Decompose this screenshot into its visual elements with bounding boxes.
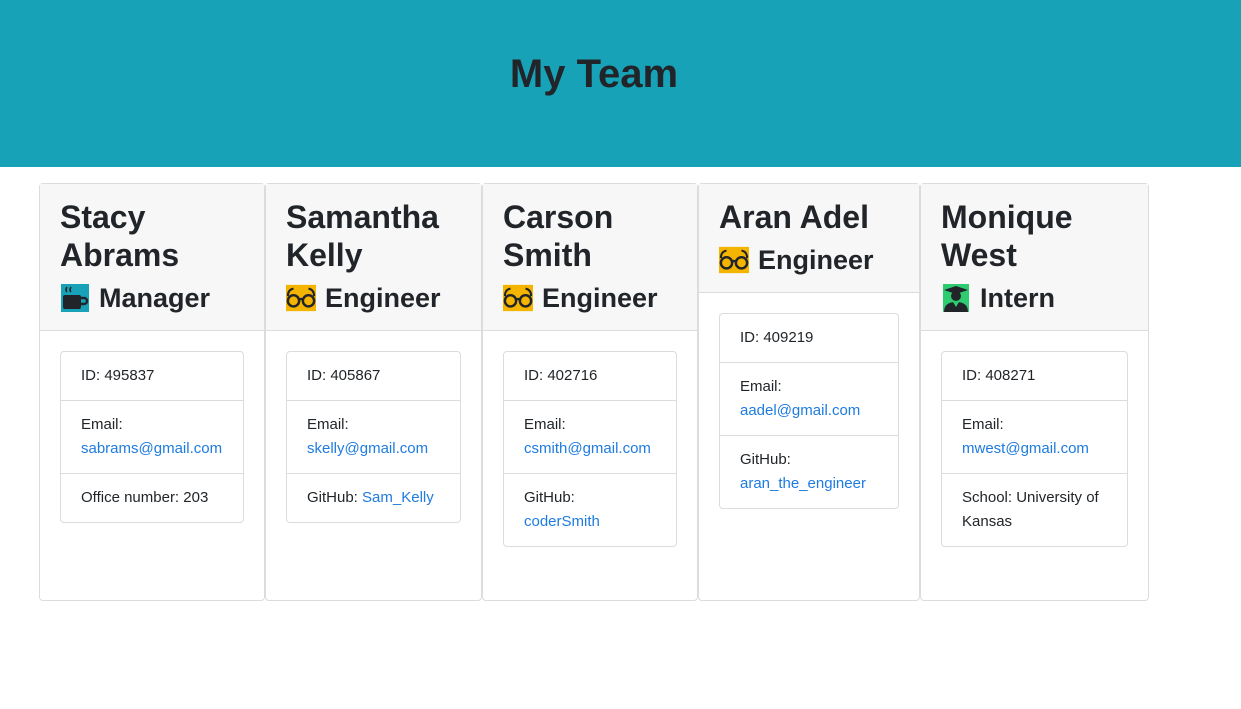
- employee-details: ID: 402716 Email: csmith@gmail.com GitHu…: [503, 351, 677, 547]
- page-header: My Team: [0, 0, 1241, 167]
- employee-role: Intern: [941, 282, 1128, 314]
- github-label: GitHub:: [307, 489, 358, 506]
- name-line: Aran Adel: [719, 199, 869, 235]
- employee-github: GitHub: coderSmith: [504, 474, 676, 546]
- email-link[interactable]: skelly@gmail.com: [307, 440, 428, 457]
- employee-id: ID: 402716: [504, 352, 676, 401]
- github-link[interactable]: Sam_Kelly: [362, 489, 434, 506]
- name-line: Smith: [503, 237, 592, 273]
- email-link[interactable]: aadel@gmail.com: [740, 402, 860, 419]
- employee-name: Carson Smith: [503, 198, 677, 274]
- school: School: University of Kansas: [962, 489, 1099, 530]
- email-link[interactable]: sabrams@gmail.com: [81, 440, 222, 457]
- employee-name: Monique West: [941, 198, 1128, 274]
- github-link[interactable]: aran_the_engineer: [740, 475, 866, 492]
- employee-email: Email: mwest@gmail.com: [942, 401, 1127, 474]
- employee-name: Aran Adel: [719, 198, 899, 236]
- card-header: Stacy Abrams Manager: [40, 184, 264, 331]
- employee-details: ID: 495837 Email: sabrams@gmail.com Offi…: [60, 351, 244, 523]
- coffee-icon: [60, 284, 90, 312]
- email-label: Email:: [81, 416, 123, 433]
- employee-card-engineer: Samantha Kelly Engineer ID: 405867 Email…: [265, 183, 482, 601]
- employee-email: Email: csmith@gmail.com: [504, 401, 676, 474]
- card-header: Monique West Intern: [921, 184, 1148, 331]
- github-label: GitHub:: [524, 489, 575, 506]
- role-label: Engineer: [758, 245, 874, 275]
- email-label: Email:: [524, 416, 566, 433]
- employee-email: Email: skelly@gmail.com: [287, 401, 460, 474]
- name-line: Samantha: [286, 199, 439, 235]
- name-line: Stacy: [60, 199, 146, 235]
- employee-name: Stacy Abrams: [60, 198, 244, 274]
- employee-id: ID: 405867: [287, 352, 460, 401]
- employee-card-intern: Monique West Intern ID: 408271 Email: mw…: [920, 183, 1149, 601]
- employee-details: ID: 405867 Email: skelly@gmail.com GitHu…: [286, 351, 461, 523]
- name-line: Carson: [503, 199, 614, 235]
- employee-role: Engineer: [719, 244, 899, 276]
- name-line: Abrams: [60, 237, 180, 273]
- email-link[interactable]: csmith@gmail.com: [524, 440, 651, 457]
- employee-details: ID: 408271 Email: mwest@gmail.com School…: [941, 351, 1128, 547]
- employee-name: Samantha Kelly: [286, 198, 461, 274]
- glasses-icon: [719, 246, 749, 274]
- employee-github: GitHub: aran_the_engineer: [720, 436, 898, 508]
- employee-github: GitHub: Sam_Kelly: [287, 474, 460, 522]
- glasses-icon: [286, 284, 316, 312]
- employee-id: ID: 409219: [720, 314, 898, 363]
- glasses-icon: [503, 284, 533, 312]
- role-label: Intern: [980, 283, 1056, 313]
- card-header: Carson Smith Engineer: [483, 184, 697, 331]
- employee-card-engineer: Carson Smith Engineer ID: 402716 Email: …: [482, 183, 698, 601]
- employee-details: ID: 409219 Email: aadel@gmail.com GitHub…: [719, 313, 899, 509]
- role-label: Manager: [99, 283, 211, 313]
- email-label: Email:: [740, 378, 782, 395]
- employee-id: ID: 408271: [942, 352, 1127, 401]
- role-label: Engineer: [542, 283, 658, 313]
- employee-email: Email: aadel@gmail.com: [720, 363, 898, 436]
- github-label: GitHub:: [740, 451, 791, 468]
- user-graduate-icon: [941, 284, 971, 312]
- employee-id: ID: 495837: [61, 352, 243, 401]
- employee-role: Engineer: [503, 282, 677, 314]
- employee-card-engineer: Aran Adel Engineer ID: 409219 Email: aad…: [698, 183, 920, 601]
- employee-card-manager: Stacy Abrams Manager ID: 495837 Email: s…: [39, 183, 265, 601]
- page-title: My Team: [509, 52, 679, 96]
- role-label: Engineer: [325, 283, 441, 313]
- card-header: Aran Adel Engineer: [699, 184, 919, 293]
- employee-role: Manager: [60, 282, 244, 314]
- name-line: West: [941, 237, 1017, 273]
- name-line: Kelly: [286, 237, 363, 273]
- employee-email: Email: sabrams@gmail.com: [61, 401, 243, 474]
- office-number: Office number: 203: [81, 489, 209, 506]
- github-link[interactable]: coderSmith: [524, 513, 600, 530]
- name-line: Monique: [941, 199, 1073, 235]
- email-label: Email:: [962, 416, 1004, 433]
- employee-role: Engineer: [286, 282, 461, 314]
- email-label: Email:: [307, 416, 349, 433]
- email-link[interactable]: mwest@gmail.com: [962, 440, 1089, 457]
- card-header: Samantha Kelly Engineer: [266, 184, 481, 331]
